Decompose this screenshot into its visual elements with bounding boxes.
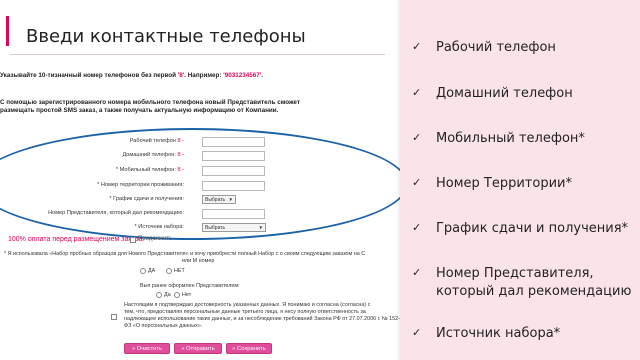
consent-line-4: ФЗ «О персональных данных». (124, 323, 203, 329)
note-mid: . Например: (184, 72, 224, 79)
trial-no-radio[interactable] (166, 268, 172, 274)
check-icon: ✓ (412, 326, 422, 339)
title-divider (10, 54, 385, 55)
slide-title: Введи контактные телефоны (26, 26, 306, 47)
check-icon: ✓ (412, 266, 422, 279)
trial-question-2: или М номер (182, 258, 215, 264)
title-accent-bar (6, 16, 9, 46)
note-prefix: Указывайте 10-тизначный номер телефонов … (0, 72, 178, 79)
sms-note-line-1: С помощью зарегистрированного номера моб… (0, 99, 300, 106)
check-icon: ✓ (412, 40, 422, 53)
trial-no-label: НЕТ (174, 268, 185, 274)
sms-note-line-2: размещать простой SMS заказ, а также пол… (0, 107, 279, 114)
referred-yes-radio[interactable] (156, 292, 162, 298)
summary-panel: ✓ Рабочий телефон ✓ Домашний телефон ✓ Моби… (400, 0, 640, 360)
prepay-label: 100% оплата перед размещением заказа (8, 236, 143, 243)
referred-no-label: Нет (182, 292, 192, 298)
referred-yes-label: Да (164, 292, 171, 298)
note-end: . (261, 72, 263, 79)
check-icon: ✓ (412, 86, 422, 99)
save-button[interactable]: » Сохранить (226, 343, 272, 354)
slide-content: Введи контактные телефоны Указывайте 10-… (0, 0, 400, 360)
consent-line-2: тем, что, предоставляя персональные данн… (124, 309, 366, 315)
check-icon: ✓ (412, 131, 422, 144)
consent-line-3: надлежащее использование таких данных, и… (124, 316, 400, 322)
note-example: '9031234567' (223, 72, 262, 79)
prepay-checkbox[interactable] (130, 237, 136, 243)
instruction-note: Указывайте 10-тизначный номер телефонов … (0, 72, 263, 79)
referred-no-radio[interactable] (174, 292, 180, 298)
send-button[interactable]: » Отправить (174, 343, 222, 354)
prepay-tail: Продолжить (138, 236, 173, 242)
highlight-oval (0, 128, 400, 240)
trial-yes-radio[interactable] (140, 268, 146, 274)
consent-checkbox[interactable] (111, 314, 117, 320)
referred-label: Вып ранее оформлен Представителем: (140, 283, 240, 289)
check-icon: ✓ (412, 221, 422, 234)
consent-line-1: Настоящим я подтверждаю достоверность ук… (124, 302, 371, 308)
clear-button[interactable]: » Очистить (124, 343, 170, 354)
check-icon: ✓ (412, 176, 422, 189)
trial-question: * Я использовала «Набор пробных образцов… (4, 251, 366, 257)
trial-yes-label: ДА (148, 268, 156, 274)
